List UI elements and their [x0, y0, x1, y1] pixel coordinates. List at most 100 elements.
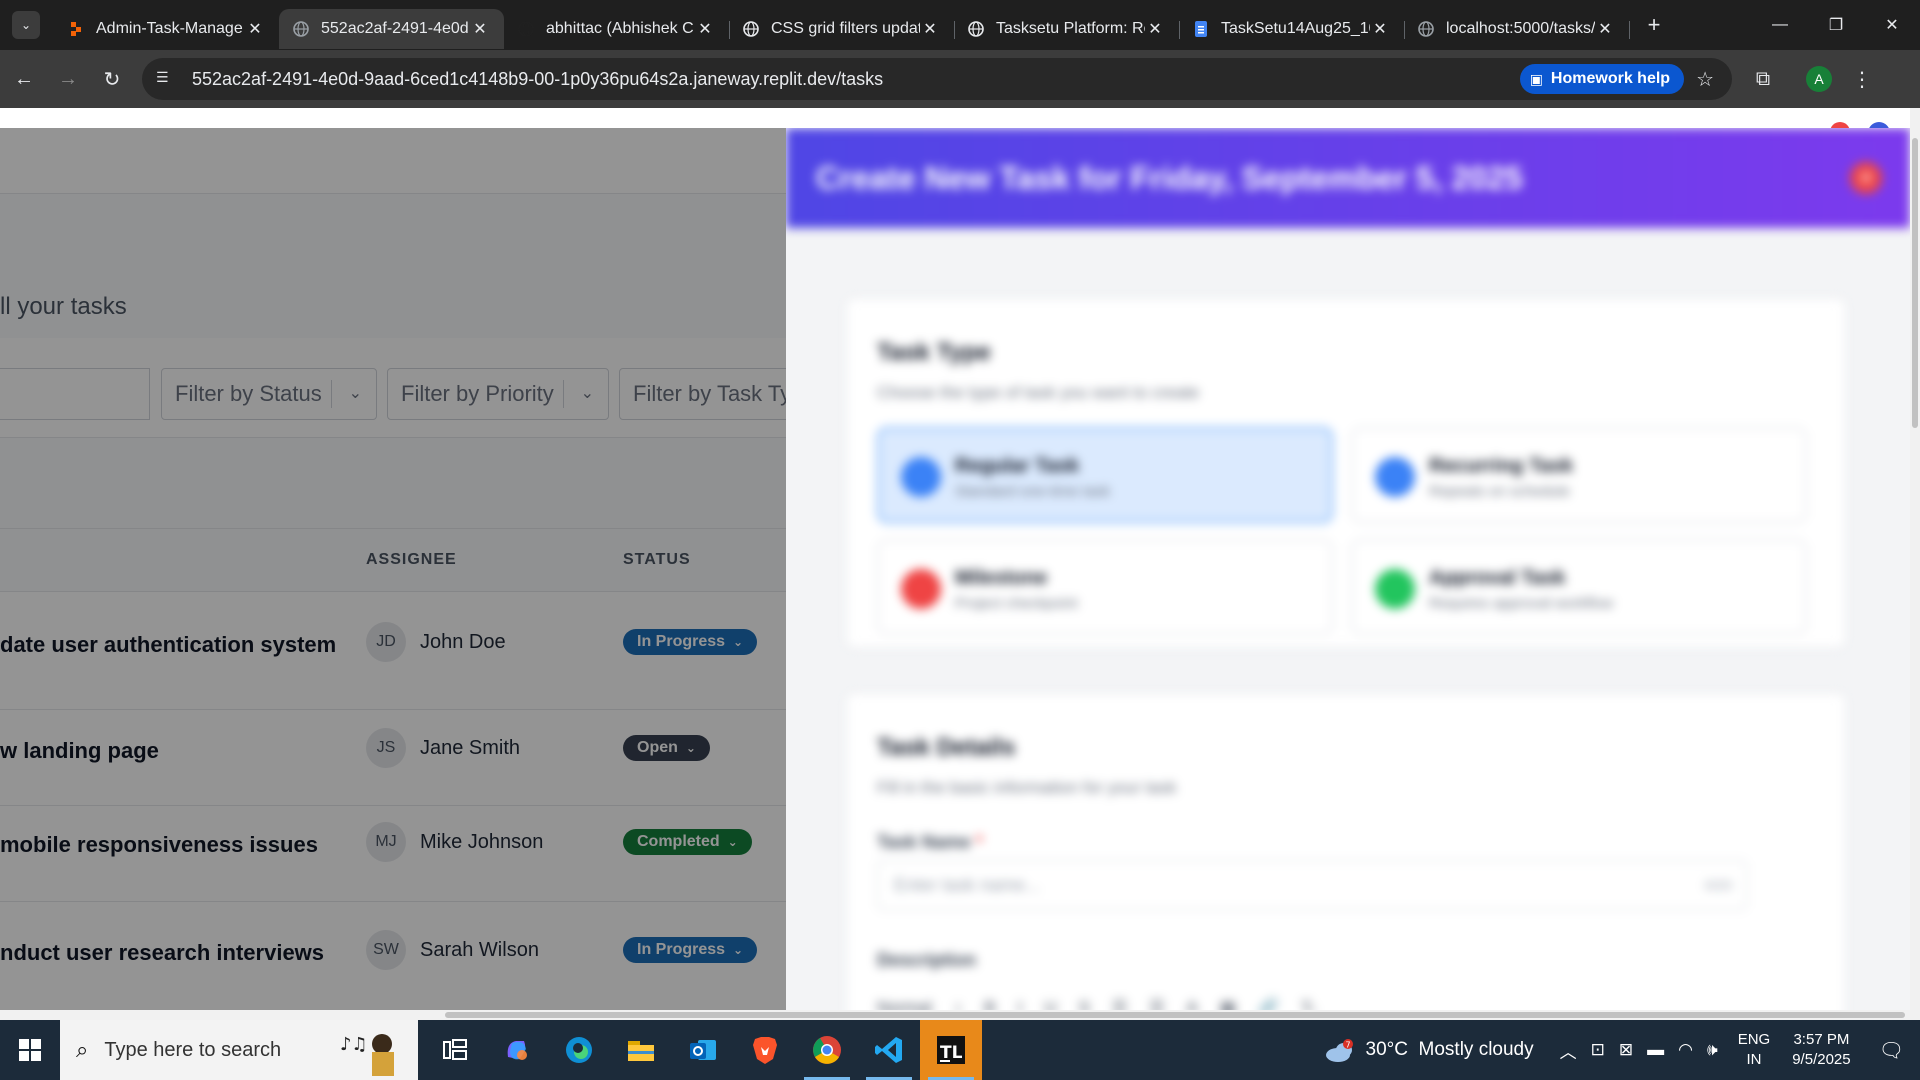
- close-tab-icon[interactable]: ✕: [470, 19, 490, 39]
- tab-title: abhittac (Abhishek C: [546, 20, 694, 37]
- svg-text:7: 7: [1345, 1041, 1350, 1050]
- weather-temperature: 30°C: [1365, 1039, 1408, 1060]
- task-view-icon[interactable]: [424, 1020, 486, 1080]
- browser-tab[interactable]: TaskSetu14Aug25_10 ✕: [1179, 9, 1405, 49]
- close-tab-icon[interactable]: ✕: [1595, 19, 1615, 39]
- task-type-option[interactable]: Recurring Task Repeats on schedule: [1351, 427, 1807, 523]
- restore-button[interactable]: ❐: [1808, 0, 1864, 50]
- task-type-name: Approval Task: [1429, 567, 1566, 589]
- search-icon: ⌕: [76, 1037, 89, 1062]
- description-label: Description: [877, 950, 977, 970]
- create-task-drawer: Create New Task for Friday, September 5,…: [786, 128, 1910, 1020]
- tab-title: Admin-Task-Manage: [96, 20, 243, 37]
- reload-button[interactable]: ↻: [92, 59, 132, 99]
- page-top-strip: [0, 108, 1920, 128]
- windows-logo-icon: [19, 1039, 41, 1061]
- tasklist-app-icon[interactable]: TL: [920, 1020, 982, 1080]
- update-icon[interactable]: ⊠: [1619, 1040, 1633, 1060]
- bookmark-star-icon[interactable]: ☆: [1696, 67, 1714, 92]
- system-tray: 7 30°C Mostly cloudy ︿ ⊡ ⊠ ▬ ◠ 🕪 ENG IN 3…: [1324, 1020, 1920, 1080]
- close-tab-icon[interactable]: ✕: [695, 19, 715, 39]
- clock-date: 9/5/2025: [1792, 1051, 1851, 1068]
- back-button[interactable]: ←: [4, 59, 44, 99]
- page-viewport: ll your tasks Filter by Status ⌄ Filter …: [0, 108, 1920, 1020]
- battery-icon[interactable]: ▬: [1647, 1040, 1664, 1060]
- minimize-button[interactable]: —: [1752, 0, 1808, 50]
- task-type-option[interactable]: Regular Task Standard one-time task: [877, 427, 1333, 523]
- task-type-subtitle: Choose the type of task you want to crea…: [877, 383, 1200, 402]
- browser-tab[interactable]: Admin-Task-Manage ✕: [54, 9, 280, 49]
- taskbar-search[interactable]: ⌕ Type here to search ♪♫: [60, 1020, 418, 1080]
- tab-title: 552ac2af-2491-4e0d: [321, 20, 469, 37]
- task-type-name: Recurring Task: [1429, 455, 1574, 477]
- weather-widget[interactable]: 7 30°C Mostly cloudy: [1324, 1039, 1534, 1062]
- task-type-description: Repeats on schedule: [1429, 483, 1570, 500]
- volume-icon[interactable]: 🕪: [1707, 1040, 1718, 1060]
- edge-browser-icon[interactable]: [548, 1020, 610, 1080]
- tab-search-button[interactable]: ⌄: [12, 11, 40, 39]
- chevron-up-icon[interactable]: ︿: [1560, 1038, 1577, 1063]
- window-controls: — ❐ ✕: [1752, 0, 1920, 50]
- tab-title: CSS grid filters updat: [771, 20, 920, 37]
- close-tab-icon[interactable]: ✕: [920, 19, 940, 39]
- file-explorer-icon[interactable]: [610, 1020, 672, 1080]
- wifi-icon[interactable]: ◠: [1678, 1040, 1693, 1060]
- vscode-icon[interactable]: [858, 1020, 920, 1080]
- extensions-icon[interactable]: ⧉: [1748, 68, 1778, 91]
- browser-tab[interactable]: localhost:5000/tasks/✕: [1404, 9, 1630, 49]
- taskbar-search-text: Type here to search: [104, 1038, 282, 1061]
- close-icon[interactable]: ✕: [1850, 162, 1882, 194]
- outlook-icon[interactable]: [672, 1020, 734, 1080]
- copilot-icon[interactable]: [486, 1020, 548, 1080]
- browser-menu-icon[interactable]: ⋮: [1852, 67, 1872, 92]
- task-type-description: Standard one-time task: [955, 483, 1111, 500]
- github-icon: [518, 21, 534, 37]
- docs-icon: [1193, 21, 1209, 37]
- clock[interactable]: 3:57 PM 9/5/2025: [1792, 1030, 1850, 1070]
- browser-toolbar: ← → ↻ ☰ 552ac2af-2491-4e0d-9aad-6ced1c41…: [0, 50, 1920, 108]
- start-button[interactable]: [0, 1020, 60, 1080]
- homework-help-label: Homework help: [1550, 70, 1671, 87]
- globe-icon: [1418, 21, 1434, 37]
- new-tab-button[interactable]: +: [1639, 12, 1669, 38]
- task-type-title: Task Type: [877, 339, 991, 366]
- browser-tab[interactable]: 552ac2af-2491-4e0d ✕: [279, 9, 504, 49]
- chrome-icon[interactable]: [796, 1020, 858, 1080]
- task-name-input[interactable]: Enter task name... 0/20: [877, 860, 1747, 910]
- windows-taskbar: ⌕ Type here to search ♪♫ TL 7 30°C Mostl…: [0, 1020, 1920, 1080]
- close-tab-icon[interactable]: ✕: [245, 19, 265, 39]
- vertical-scrollbar[interactable]: [1910, 108, 1920, 1020]
- url-text: 552ac2af-2491-4e0d-9aad-6ced1c4148b9-00-…: [192, 68, 884, 89]
- meeting-icon[interactable]: ⊡: [1591, 1040, 1605, 1060]
- globe-icon: [293, 21, 309, 37]
- task-type-option[interactable]: Milestone Project checkpoint: [877, 539, 1333, 635]
- browser-tab[interactable]: abhittac (Abhishek C ✕: [504, 9, 730, 49]
- browser-tab[interactable]: Tasksetu Platform: Re ✕: [954, 9, 1180, 49]
- tab-title: localhost:5000/tasks/: [1446, 20, 1595, 37]
- camera-search-icon: ▣: [1529, 70, 1543, 87]
- close-tab-icon[interactable]: ✕: [1145, 19, 1165, 39]
- task-type-icon: [901, 457, 941, 497]
- task-name-label: Task Name *: [877, 832, 983, 852]
- chatgpt-icon: [743, 21, 759, 37]
- task-name-counter: 0/20: [1704, 877, 1732, 893]
- browser-tab-strip: ⌄ Admin-Task-Manage ✕ 552ac2af-2491-4e0d ✕ a…: [0, 0, 1920, 50]
- close-window-button[interactable]: ✕: [1864, 0, 1920, 50]
- task-type-option[interactable]: Approval Task Requires approval workflow: [1351, 539, 1807, 635]
- tab-title: Tasksetu Platform: Re: [996, 20, 1145, 37]
- tab-title: TaskSetu14Aug25_10: [1221, 20, 1370, 37]
- brave-browser-icon[interactable]: [734, 1020, 796, 1080]
- browser-tab[interactable]: CSS grid filters updat ✕: [729, 9, 955, 49]
- svg-text:♪♫: ♪♫: [340, 1034, 368, 1055]
- search-highlight-icon: ♪♫: [332, 1024, 412, 1076]
- notifications-icon[interactable]: 🗨: [1879, 1038, 1904, 1063]
- horizontal-scrollbar[interactable]: [0, 1010, 1910, 1020]
- claude-icon: [968, 21, 984, 37]
- profile-avatar[interactable]: A: [1806, 66, 1832, 92]
- close-tab-icon[interactable]: ✕: [1370, 19, 1390, 39]
- homework-help-button[interactable]: ▣ Homework help: [1519, 64, 1685, 94]
- site-info-icon[interactable]: ☰: [156, 69, 176, 89]
- forward-button[interactable]: →: [48, 59, 88, 99]
- language-indicator[interactable]: ENG IN: [1738, 1030, 1771, 1070]
- address-bar[interactable]: ☰ 552ac2af-2491-4e0d-9aad-6ced1c4148b9-0…: [142, 58, 1732, 100]
